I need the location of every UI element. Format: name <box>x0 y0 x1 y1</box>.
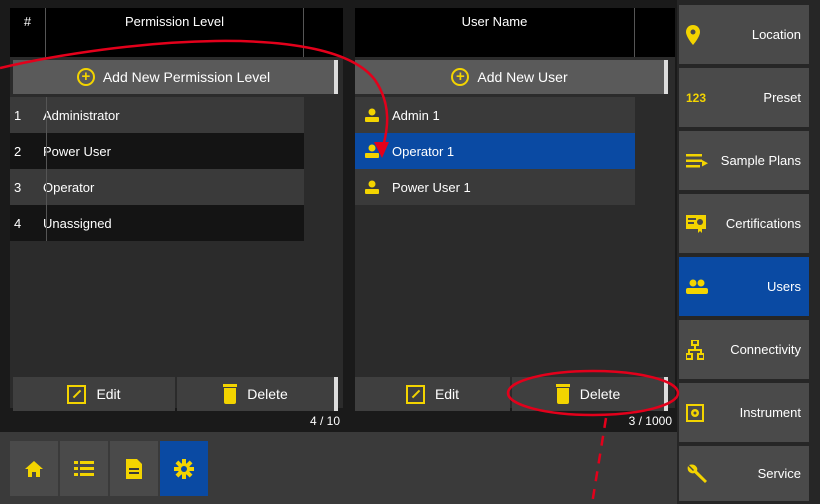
annotation-overlay <box>0 39 680 504</box>
annotation-arrow <box>0 39 389 151</box>
annotation-arrowhead <box>374 142 389 158</box>
annotation-dashed-line <box>590 417 608 504</box>
annotation-ellipse <box>506 369 680 417</box>
